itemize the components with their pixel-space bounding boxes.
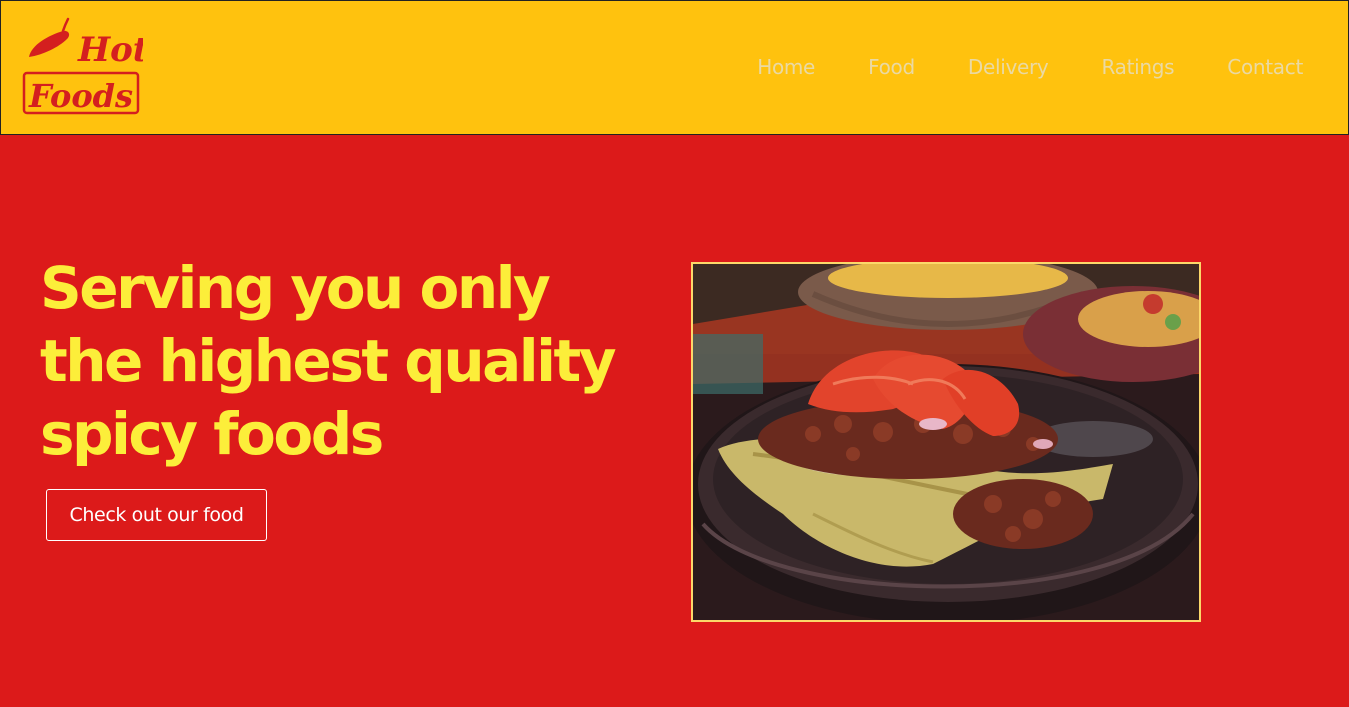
hot-foods-logo[interactable]: Hot Foods <box>21 17 149 117</box>
logo-text-hot: Hot <box>77 30 143 70</box>
chili-pepper-icon: Hot Foods <box>22 17 149 115</box>
nav-contact[interactable]: Contact <box>1227 55 1303 79</box>
logo-text-foods: Foods <box>28 77 133 115</box>
main-nav: Home Food Delivery Ratings Contact <box>757 55 1303 79</box>
nav-home[interactable]: Home <box>757 55 815 79</box>
nav-ratings[interactable]: Ratings <box>1101 55 1174 79</box>
nav-food[interactable]: Food <box>868 55 915 79</box>
check-out-food-button[interactable]: Check out our food <box>46 489 267 541</box>
enchilada-plate-image <box>693 264 1199 620</box>
site-header: Hot Foods Home Food Delivery Ratings Con… <box>0 0 1349 135</box>
hero-food-image <box>691 262 1201 622</box>
hero-headline: Serving you only the highest quality spi… <box>40 254 617 468</box>
nav-delivery[interactable]: Delivery <box>968 55 1049 79</box>
